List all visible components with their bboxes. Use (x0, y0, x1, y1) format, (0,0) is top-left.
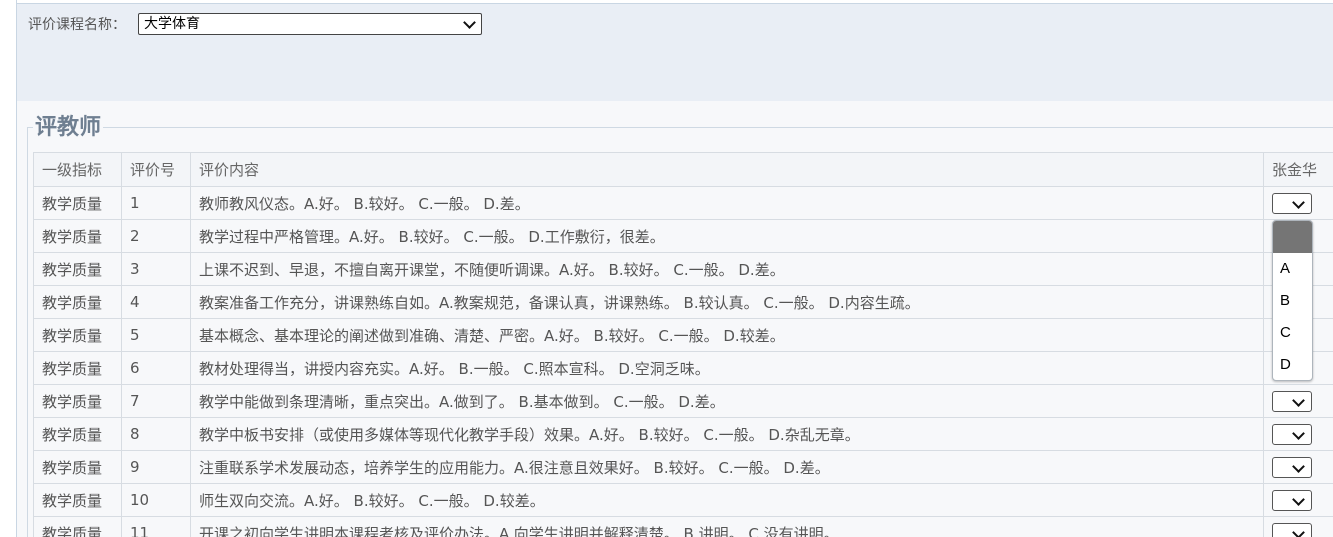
content-cell: 上课不迟到、早退，不擅自离开课堂，不随便听调课。A.好。 B.较好。 C.一般。… (190, 252, 1264, 286)
chevron-down-icon (1292, 460, 1305, 473)
chevron-down-icon (1292, 427, 1305, 440)
table-row: 教学质量 5 基本概念、基本理论的阐述做到准确、清楚、严密。A.好。 B.较好。… (33, 318, 1333, 352)
indicator-cell: 教学质量 (33, 252, 122, 286)
course-name-label: 评价课程名称： (28, 17, 126, 33)
table-row: 教学质量 6 教材处理得当，讲授内容充实。A.好。 B.一般。 C.照本宣科。 … (33, 351, 1333, 385)
table-row: 教学质量 7 教学中能做到条理清晰，重点突出。A.做到了。 B.基本做到。 C.… (33, 384, 1333, 418)
table-header-row: 一级指标 评价号 评价内容 张金华 (33, 152, 1333, 187)
course-select-value: 大学体育 (144, 16, 200, 32)
number-cell: 2 (121, 219, 191, 253)
content-column-header: 评价内容 (190, 152, 1264, 187)
chevron-down-icon (1292, 196, 1305, 209)
number-cell: 4 (121, 285, 191, 319)
grade-select[interactable] (1272, 457, 1312, 478)
content-cell: 注重联系学术发展动态，培养学生的应用能力。A.很注意且效果好。 B.较好。 C.… (190, 450, 1264, 484)
content-cell: 教学中能做到条理清晰，重点突出。A.做到了。 B.基本做到。 C.一般。 D.差… (190, 384, 1264, 418)
table-row: 教学质量 4 教案准备工作充分，讲课熟练自如。A.教案规范，备课认真，讲课熟练。… (33, 285, 1333, 319)
content-cell: 开课之初向学生讲明本课程考核及评价办法。A.向学生讲明并解释清楚。 B.讲明。 … (190, 516, 1264, 537)
number-cell: 7 (121, 384, 191, 418)
table-row: 教学质量 2 教学过程中严格管理。A.好。 B.较好。 C.一般。 D.工作敷衍… (33, 219, 1333, 253)
table-row: 教学质量 1 教师教风仪态。A.好。 B.较好。 C.一般。 D.差。 (33, 186, 1333, 220)
chevron-down-icon (1292, 526, 1305, 537)
dropdown-option-d[interactable]: D (1273, 349, 1312, 380)
grade-cell (1263, 483, 1333, 517)
table-row: 教学质量 8 教学中板书安排（或使用多媒体等现代化教学手段）效果。A.好。 B.… (33, 417, 1333, 451)
number-cell: 5 (121, 318, 191, 352)
number-cell: 10 (121, 483, 191, 517)
dropdown-option-a[interactable]: A (1273, 253, 1312, 285)
indicator-cell: 教学质量 (33, 516, 122, 537)
dropdown-option-blank[interactable] (1273, 221, 1312, 253)
grade-cell (1263, 384, 1333, 418)
course-select[interactable]: 大学体育 (138, 13, 482, 35)
content-cell: 教学中板书安排（或使用多媒体等现代化教学手段）效果。A.好。 B.较好。 C.一… (190, 417, 1264, 451)
chevron-down-icon (1292, 394, 1305, 407)
indicator-column-header: 一级指标 (33, 152, 122, 187)
number-cell: 11 (121, 516, 191, 537)
indicator-cell: 教学质量 (33, 186, 122, 220)
number-cell: 1 (121, 186, 191, 220)
number-column-header: 评价号 (121, 152, 191, 187)
grade-cell (1263, 417, 1333, 451)
chevron-down-icon (1292, 493, 1305, 506)
grade-dropdown-list: A B C D (1272, 220, 1313, 381)
grade-select[interactable] (1272, 490, 1312, 511)
section-title: 评教师 (33, 114, 104, 142)
indicator-cell: 教学质量 (33, 483, 122, 517)
content-cell: 基本概念、基本理论的阐述做到准确、清楚、严密。A.好。 B.较好。 C.一般。 … (190, 318, 1264, 352)
indicator-cell: 教学质量 (33, 384, 122, 418)
content-cell: 师生双向交流。A.好。 B.较好。 C.一般。 D.较差。 (190, 483, 1264, 517)
indicator-cell: 教学质量 (33, 318, 122, 352)
teacher-column-header: 张金华 (1263, 152, 1333, 187)
evaluation-rows: 教学质量 1 教师教风仪态。A.好。 B.较好。 C.一般。 D.差。 教学质量… (33, 186, 1333, 537)
table-row: 教学质量 10 师生双向交流。A.好。 B.较好。 C.一般。 D.较差。 (33, 483, 1333, 517)
indicator-cell: 教学质量 (33, 285, 122, 319)
grade-cell (1263, 516, 1333, 537)
evaluation-page: 评价课程名称： 大学体育 评教师 一级指标 评价号 评价内容 张金华 教学质量 (0, 0, 1333, 537)
indicator-cell: 教学质量 (33, 417, 122, 451)
number-cell: 9 (121, 450, 191, 484)
grade-select[interactable] (1272, 424, 1312, 445)
dropdown-option-c[interactable]: C (1273, 317, 1312, 349)
course-selection-panel: 评价课程名称： 大学体育 (17, 3, 1333, 102)
number-cell: 3 (121, 252, 191, 286)
table-row: 教学质量 9 注重联系学术发展动态，培养学生的应用能力。A.很注意且效果好。 B… (33, 450, 1333, 484)
chevron-down-icon (463, 16, 476, 29)
content-cell: 教学过程中严格管理。A.好。 B.较好。 C.一般。 D.工作敷衍，很差。 (190, 219, 1264, 253)
content-cell: 教材处理得当，讲授内容充实。A.好。 B.一般。 C.照本宣科。 D.空洞乏味。 (190, 351, 1264, 385)
indicator-cell: 教学质量 (33, 219, 122, 253)
dropdown-option-b[interactable]: B (1273, 285, 1312, 317)
table-row: 教学质量 11 开课之初向学生讲明本课程考核及评价办法。A.向学生讲明并解释清楚… (33, 516, 1333, 537)
grade-select[interactable] (1272, 523, 1312, 537)
grade-cell (1263, 186, 1333, 220)
table-row: 教学质量 3 上课不迟到、早退，不擅自离开课堂，不随便听调课。A.好。 B.较好… (33, 252, 1333, 286)
grade-cell (1263, 450, 1333, 484)
indicator-cell: 教学质量 (33, 351, 122, 385)
grade-select[interactable] (1272, 193, 1312, 214)
content-cell: 教师教风仪态。A.好。 B.较好。 C.一般。 D.差。 (190, 186, 1264, 220)
number-cell: 8 (121, 417, 191, 451)
content-cell: 教案准备工作充分，讲课熟练自如。A.教案规范，备课认真，讲课熟练。 B.较认真。… (190, 285, 1264, 319)
evaluation-table: 一级指标 评价号 评价内容 张金华 教学质量 1 教师教风仪态。A.好。 B.较… (33, 152, 1333, 537)
grade-select[interactable] (1272, 391, 1312, 412)
number-cell: 6 (121, 351, 191, 385)
indicator-cell: 教学质量 (33, 450, 122, 484)
